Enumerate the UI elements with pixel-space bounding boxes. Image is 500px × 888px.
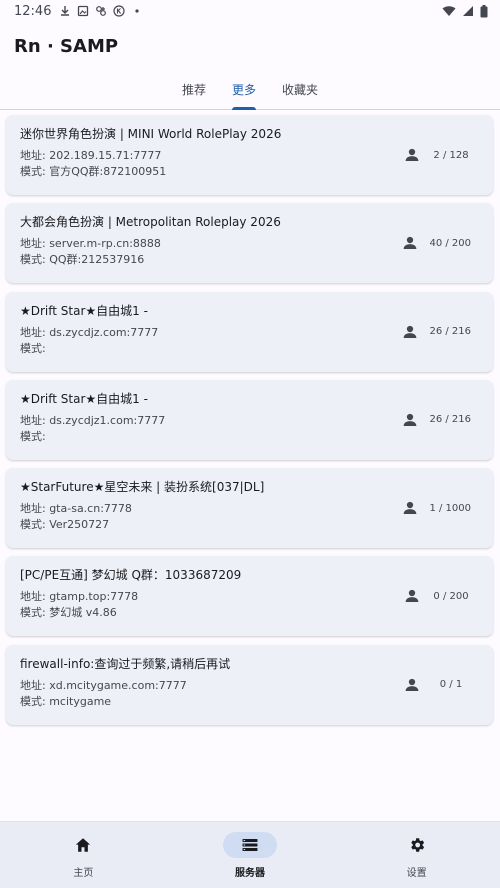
gear-icon <box>410 838 424 852</box>
player-info: 0 / 1 <box>403 676 471 694</box>
nav-label: 主页 <box>73 868 94 879</box>
nav-label: 设置 <box>406 868 427 879</box>
server-mode: 模式: 官方QQ群:872100951 <box>20 165 167 178</box>
home-icon <box>76 838 91 852</box>
nav-icon-container <box>222 832 277 858</box>
nav-settings[interactable]: 设置 <box>357 832 477 879</box>
photo-icon <box>78 5 89 17</box>
server-card[interactable]: [PC/PE互通] 梦幻城 Q群：1033687209 地址: gtamp.to… <box>6 556 493 637</box>
server-title: ★Drift Star★自由城1 - <box>20 303 148 318</box>
tab-more[interactable]: 更多 <box>219 70 269 110</box>
status-time: 12:46 <box>14 3 52 19</box>
player-info: 26 / 216 <box>401 411 471 429</box>
player-info: 0 / 200 <box>403 587 471 605</box>
server-card[interactable]: ★Drift Star★自由城1 - 地址: ds.zycdjz1.com:77… <box>6 379 493 460</box>
nav-home[interactable]: 主页 <box>23 832 143 879</box>
tab-label: 收藏夹 <box>282 83 319 97</box>
notification-icons <box>59 5 143 17</box>
status-left: 12:46 <box>14 4 143 19</box>
bottom-navigation: 主页 服务器 设置 <box>0 821 500 888</box>
wifi-icon <box>442 6 456 16</box>
nav-icon-container <box>56 832 110 858</box>
player-count: 1 / 1000 <box>429 502 471 514</box>
server-title: 大都会角色扮演 | Metropolitan Roleplay 2026 <box>20 215 281 230</box>
tab-recommended[interactable]: 推荐 <box>169 70 219 110</box>
player-count: 40 / 200 <box>429 237 471 249</box>
server-card[interactable]: 大都会角色扮演 | Metropolitan Roleplay 2026 地址:… <box>6 203 493 284</box>
battery-icon <box>480 4 488 17</box>
app-title: Rn · SAMP <box>14 35 119 57</box>
k-icon <box>113 5 126 17</box>
server-mode: 模式: 梦幻城 v4.86 <box>20 606 117 620</box>
status-right <box>442 4 488 18</box>
status-bar: 12:46 <box>0 0 500 22</box>
server-mode: 模式: mcitygame <box>20 694 112 708</box>
server-list-icon <box>242 839 258 851</box>
server-card[interactable]: ★StarFuture★星空未来 | 装扮系统[037|DL] 地址: gta-… <box>6 468 493 549</box>
server-list: 迷你世界角色扮演 | MINI World RolePlay 2026 地址: … <box>0 110 500 725</box>
player-info: 2 / 128 <box>403 146 471 164</box>
person-icon <box>404 413 417 426</box>
server-mode: 模式: Ver250727 <box>20 518 110 532</box>
server-card[interactable]: ★Drift Star★自由城1 - 地址: ds.zycdjz.com:777… <box>6 291 493 372</box>
server-title: ★Drift Star★自由城1 - <box>20 391 148 406</box>
person-icon <box>404 237 417 250</box>
server-title: ★StarFuture★星空未来 | 装扮系统[037|DL] <box>20 480 265 495</box>
player-info: 26 / 216 <box>401 323 471 341</box>
player-count: 26 / 216 <box>429 326 471 338</box>
player-info: 1 / 1000 <box>401 499 471 517</box>
server-mode: 模式: QQ群:212537916 <box>20 253 145 267</box>
player-info: 40 / 200 <box>401 234 471 252</box>
server-title: firewall-info:查询过于频繁,请稍后再试 <box>20 656 231 671</box>
app-bar: Rn · SAMP <box>0 22 500 70</box>
player-count: 26 / 216 <box>429 414 471 426</box>
tab-bar: 推荐 更多 收藏夹 <box>0 70 500 110</box>
nav-icon-container <box>390 832 444 858</box>
download-icon <box>61 6 70 16</box>
player-count: 0 / 200 <box>433 590 469 602</box>
signal-icon <box>463 6 473 16</box>
server-title: [PC/PE互通] 梦幻城 Q群：1033687209 <box>20 568 242 583</box>
person-icon <box>405 148 419 161</box>
player-count: 2 / 128 <box>433 149 469 161</box>
tab-favorites[interactable]: 收藏夹 <box>269 70 331 110</box>
person-icon <box>405 590 419 603</box>
nav-servers[interactable]: 服务器 <box>190 832 310 879</box>
server-title: 迷你世界角色扮演 | MINI World RolePlay 2026 <box>20 127 282 141</box>
game-icon <box>96 6 107 16</box>
server-mode: 模式: <box>20 341 46 355</box>
server-mode: 模式: <box>20 429 46 443</box>
person-icon <box>405 678 419 691</box>
tab-label: 推荐 <box>181 83 206 97</box>
player-count: 0 / 1 <box>439 679 463 691</box>
server-card[interactable]: firewall-info:查询过于频繁,请稍后再试 地址: xd.mcityg… <box>6 644 493 725</box>
nav-label: 服务器 <box>234 868 265 879</box>
dot-icon <box>135 9 140 13</box>
person-icon <box>404 325 417 338</box>
server-card[interactable]: 迷你世界角色扮演 | MINI World RolePlay 2026 地址: … <box>6 115 493 195</box>
person-icon <box>404 502 417 515</box>
tab-label: 更多 <box>231 83 256 97</box>
